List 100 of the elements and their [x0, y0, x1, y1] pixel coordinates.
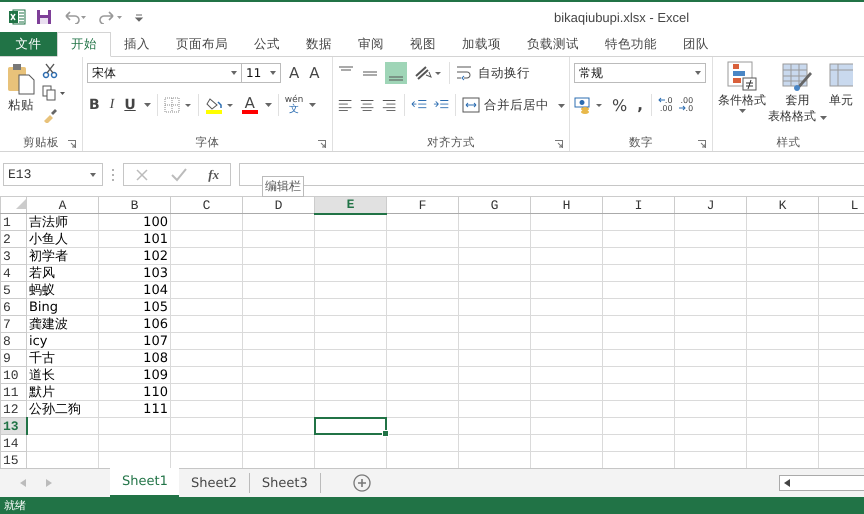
window-title: bikaqiubupi.xlsx - Excel — [554, 10, 690, 24]
dialog-launcher-icon[interactable] — [68, 140, 76, 148]
format-as-table-button[interactable]: 套用 表格格式 — [767, 61, 828, 133]
copy-icon[interactable] — [42, 85, 66, 101]
row-header[interactable]: 13 — [0, 418, 26, 434]
insert-function-button[interactable]: fx — [208, 166, 220, 182]
bottom-align-icon[interactable] — [385, 62, 407, 84]
row-header[interactable]: 6 — [0, 298, 26, 316]
row-header[interactable]: 4 — [0, 264, 26, 282]
conditional-formatting-button[interactable]: 条件格式 — [717, 61, 767, 133]
caret-icon — [820, 116, 827, 120]
underline-button[interactable]: U — [122, 97, 138, 113]
bold-button[interactable]: B — [87, 97, 102, 113]
column-header[interactable]: C — [170, 196, 242, 214]
font-color-button[interactable]: A — [240, 96, 259, 114]
column-header[interactable]: D — [242, 196, 314, 214]
ribbon-tab[interactable]: 视图 — [397, 32, 449, 56]
scroll-left-icon — [784, 479, 790, 487]
table-cell: 110 — [143, 384, 168, 400]
excel-logo-icon — [8, 8, 26, 26]
active-cell[interactable] — [314, 417, 387, 435]
save-icon[interactable] — [36, 9, 52, 25]
grow-font-button[interactable]: A — [287, 64, 302, 82]
dialog-launcher-icon[interactable] — [698, 140, 706, 148]
column-header[interactable]: F — [386, 196, 458, 214]
row-header[interactable]: 5 — [0, 282, 26, 298]
fill-color-icon[interactable] — [204, 96, 235, 114]
ribbon-tab[interactable]: 特色功能 — [592, 32, 670, 56]
ribbon-tab[interactable]: 负载测试 — [514, 32, 592, 56]
horizontal-scrollbar[interactable] — [779, 475, 864, 491]
add-sheet-icon[interactable] — [352, 474, 371, 492]
currency-format-icon[interactable] — [574, 96, 604, 114]
ribbon-tab[interactable]: 团队 — [670, 32, 722, 56]
column-header[interactable]: G — [458, 196, 530, 214]
borders-icon[interactable] — [164, 97, 192, 113]
ribbon-tab[interactable]: 加载项 — [449, 32, 514, 56]
table-cell: 107 — [143, 334, 168, 348]
caret-icon[interactable] — [144, 103, 151, 107]
file-tab[interactable]: 文件 — [0, 32, 57, 56]
check-icon[interactable] — [170, 168, 187, 182]
table-brush-icon — [782, 61, 812, 91]
font-size-dropdown[interactable]: 11 — [241, 63, 281, 83]
column-header[interactable]: H — [530, 196, 602, 214]
left-arrow-icon — [658, 97, 665, 103]
ribbon-tab[interactable]: 数据 — [293, 32, 345, 56]
column-header[interactable]: L — [818, 196, 864, 214]
increase-decimal-button[interactable]: .0 .00 — [658, 97, 673, 113]
ribbon-tab[interactable]: 公式 — [241, 32, 293, 56]
cut-icon[interactable] — [42, 63, 58, 79]
align-center-icon[interactable] — [359, 97, 376, 113]
table-cell: 千古 — [29, 350, 55, 366]
wrap-text-button[interactable]: 自动换行 — [456, 64, 530, 82]
cell-styles-button[interactable]: 单元 — [828, 61, 854, 133]
dialog-launcher-icon[interactable] — [318, 140, 326, 148]
column-header[interactable]: A — [26, 196, 98, 214]
group-label: 剪贴板 — [23, 134, 59, 150]
font-name-dropdown[interactable]: 宋体 — [87, 63, 242, 83]
shrink-font-button[interactable]: A — [307, 64, 322, 82]
caret-icon[interactable] — [264, 103, 272, 107]
redo-icon[interactable] — [98, 10, 124, 24]
row-header[interactable]: 14 — [0, 434, 26, 452]
column-header[interactable]: J — [674, 196, 746, 214]
column-header[interactable]: E — [314, 196, 386, 214]
number-format-dropdown[interactable]: 常规 — [574, 63, 706, 83]
dialog-launcher-icon[interactable] — [555, 140, 563, 148]
row-header[interactable]: 1 — [0, 214, 26, 230]
ribbon-tab[interactable]: 开始 — [57, 32, 111, 57]
sheet-tab[interactable]: Sheet2 — [179, 473, 250, 493]
row-header[interactable]: 2 — [0, 230, 26, 248]
orientation-icon[interactable] — [413, 64, 443, 82]
row-header[interactable]: 15 — [0, 452, 26, 468]
decrease-decimal-button[interactable]: .00 .0 — [678, 97, 694, 113]
caret-icon[interactable] — [309, 103, 316, 107]
format-painter-icon[interactable] — [42, 107, 58, 123]
row-header[interactable]: 11 — [0, 384, 26, 400]
table-cell: 111 — [143, 402, 168, 416]
row-header[interactable]: 3 — [0, 248, 26, 264]
name-box[interactable]: E13 — [3, 163, 103, 186]
column-header[interactable]: K — [746, 196, 818, 214]
align-left-icon[interactable] — [337, 97, 354, 113]
sheet-tab[interactable]: Sheet3 — [250, 473, 321, 493]
ribbon-tab[interactable]: 页面布局 — [163, 32, 241, 56]
customize-menu-icon[interactable] — [134, 12, 144, 22]
align-right-icon[interactable] — [381, 97, 398, 113]
merge-center-button[interactable]: 合并后居中 — [462, 96, 565, 114]
column-header[interactable]: I — [602, 196, 674, 214]
ribbon-tab[interactable]: 审阅 — [345, 32, 397, 56]
paste-button[interactable]: 粘贴 — [4, 61, 38, 133]
row-header[interactable]: 12 — [0, 400, 26, 418]
italic-button[interactable]: I — [108, 97, 116, 113]
sheet-tab[interactable]: Sheet1 — [110, 468, 179, 497]
row-header[interactable]: 7 — [0, 316, 26, 332]
column-header[interactable]: B — [98, 196, 170, 214]
comma-style-button[interactable]: , — [635, 96, 645, 114]
percent-style-button[interactable]: % — [610, 96, 630, 114]
row-header[interactable]: 8 — [0, 332, 26, 350]
phonetic-guide-button[interactable]: wén 文 — [284, 96, 304, 114]
ribbon-tab[interactable]: 插入 — [111, 32, 163, 56]
row-header[interactable]: 10 — [0, 366, 26, 384]
row-header[interactable]: 9 — [0, 350, 26, 366]
